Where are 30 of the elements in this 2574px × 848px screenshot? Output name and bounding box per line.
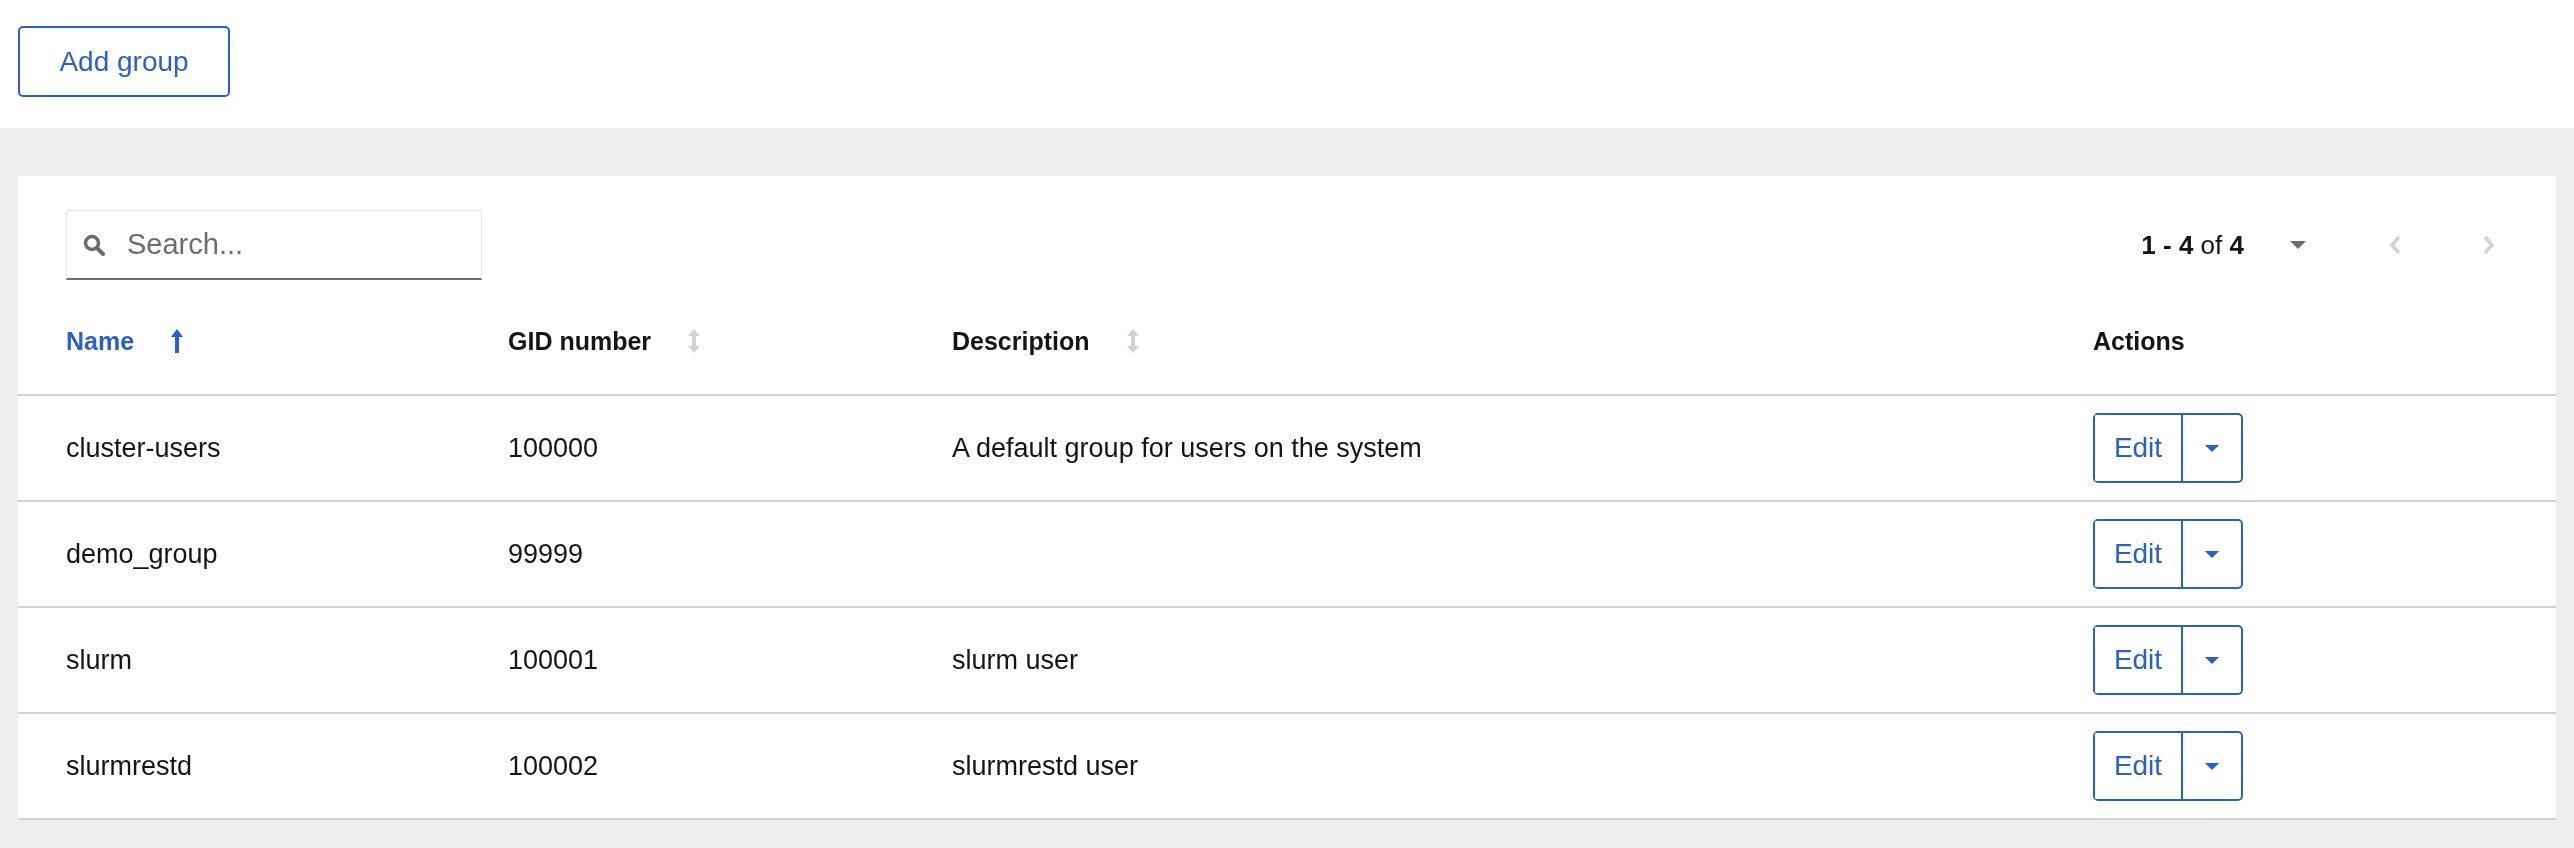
table-cell: 100001 <box>508 644 599 675</box>
column-header[interactable]: Name <box>66 326 135 356</box>
caret-down-icon <box>2203 655 2221 665</box>
table-cell: cluster-users <box>66 432 221 463</box>
table-cell: slurm <box>66 644 132 675</box>
caret-down-icon[interactable] <box>2288 240 2308 250</box>
pagination-label: 1 - 4 of 4 <box>2141 229 2244 261</box>
caret-down-icon <box>2203 549 2221 559</box>
table-cell: demo_group <box>66 538 218 569</box>
caret-down-icon <box>2203 443 2221 453</box>
search-field[interactable]: Search... <box>66 210 482 280</box>
table-cell: slurm user <box>952 644 1079 675</box>
table-cell: A default group for users on the system <box>952 432 1422 463</box>
sort-icon[interactable] <box>687 328 702 354</box>
add-group-button[interactable]: Add group <box>18 26 230 97</box>
caret-down-icon <box>2203 761 2221 771</box>
edit-button[interactable]: Edit <box>2095 733 2183 799</box>
table-cell: slurmrestd user <box>952 750 1139 781</box>
table-cell: 100002 <box>508 750 599 781</box>
sort-arrow-icon[interactable] <box>170 328 185 354</box>
edit-button[interactable]: Edit <box>2095 627 2183 693</box>
table-cell: slurmrestd <box>66 750 193 781</box>
table-cell: 99999 <box>508 538 584 569</box>
column-header[interactable]: GID number <box>508 326 652 356</box>
sort-icon[interactable] <box>1125 328 1140 354</box>
edit-button[interactable]: Edit <box>2095 415 2183 481</box>
column-header[interactable]: Description <box>952 326 1090 356</box>
edit-button[interactable]: Edit <box>2095 521 2183 587</box>
column-header[interactable]: Actions <box>2093 326 2185 356</box>
table-cell: 100000 <box>508 432 599 463</box>
